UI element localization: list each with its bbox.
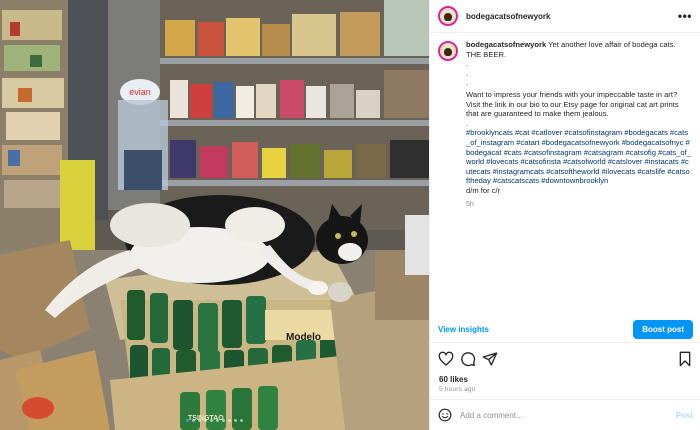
- carousel-dot[interactable]: [204, 419, 207, 422]
- carousel-dot[interactable]: [186, 419, 189, 422]
- caption-dot: .: [466, 78, 469, 88]
- carousel-dot[interactable]: [228, 419, 231, 422]
- comment-input[interactable]: [460, 410, 676, 420]
- bodega-cat-photo: evian Modelo: [0, 0, 429, 430]
- caption-line1: Yet another love affair of bodega cats.: [548, 40, 676, 49]
- caption-avatar[interactable]: [438, 41, 458, 61]
- divider: [430, 342, 700, 343]
- caption-time: 5h: [466, 200, 474, 208]
- emoji-icon[interactable]: [438, 408, 452, 422]
- post-side-panel: bodegacatsofnewyork ••• bodegacatsofnewy…: [429, 0, 700, 430]
- carousel-dot[interactable]: [222, 419, 225, 422]
- more-options-icon[interactable]: •••: [678, 9, 692, 23]
- comment-bar: Post: [438, 406, 693, 424]
- caption-text: bodegacatsofnewyork Yet another love aff…: [466, 40, 691, 209]
- avatar[interactable]: [438, 6, 458, 26]
- carousel-indicator: [0, 419, 429, 422]
- header-username[interactable]: bodegacatsofnewyork: [466, 12, 678, 21]
- carousel-dot[interactable]: [210, 419, 213, 422]
- carousel-dot[interactable]: [198, 419, 201, 422]
- caption-credit: d/m for c/r: [466, 185, 501, 195]
- modelo-label: Modelo: [286, 332, 321, 343]
- carousel-dot[interactable]: [240, 419, 243, 422]
- share-icon[interactable]: [482, 351, 498, 367]
- post-header: bodegacatsofnewyork •••: [430, 0, 700, 33]
- carousel-dot[interactable]: [234, 419, 237, 422]
- view-insights-link[interactable]: View insights: [438, 325, 489, 334]
- instagram-post-view: evian Modelo bodegacatsofnewyork ••• bod…: [0, 0, 700, 430]
- post-photo[interactable]: evian Modelo: [0, 0, 429, 430]
- caption-username[interactable]: bodegacatsofnewyork: [466, 40, 546, 49]
- action-bar: [438, 351, 693, 367]
- divider: [430, 399, 700, 400]
- heart-icon[interactable]: [438, 351, 454, 367]
- boost-post-button[interactable]: Boost post: [633, 319, 693, 339]
- caption-body: Want to impress your friends with your i…: [466, 89, 679, 119]
- caption: bodegacatsofnewyork Yet another love aff…: [438, 40, 693, 209]
- caption-dot: .: [466, 68, 469, 78]
- post-comment-button[interactable]: Post: [676, 411, 693, 420]
- insights-row: View insights Boost post: [438, 319, 693, 339]
- like-count[interactable]: 60 likes: [439, 375, 468, 384]
- carousel-dot[interactable]: [192, 419, 195, 422]
- caption-dot: .: [466, 118, 469, 128]
- svg-text:evian: evian: [129, 87, 151, 97]
- caption-dot: .: [466, 59, 469, 69]
- caption-hashtags[interactable]: #brooklyncats #cat #catlover #catsofinst…: [466, 128, 691, 186]
- comment-icon[interactable]: [460, 351, 476, 367]
- post-time: 5 hours ago: [439, 386, 476, 393]
- carousel-dot[interactable]: [216, 419, 219, 422]
- caption-line2: THE BEER.: [466, 49, 507, 59]
- bookmark-icon[interactable]: [677, 351, 693, 367]
